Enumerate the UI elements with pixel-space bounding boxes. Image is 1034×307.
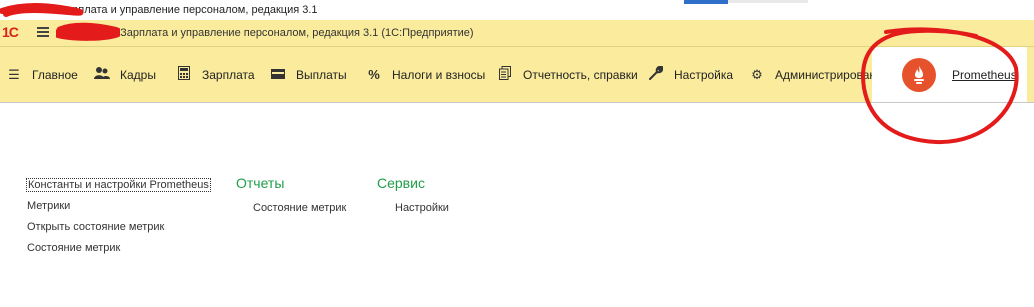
reports-group-title: Отчеты — [236, 175, 285, 191]
constants-settings-link[interactable]: Константы и настройки Prometheus — [26, 178, 211, 192]
app-header: 1С / Зарплата и управление персоналом, р… — [0, 20, 1034, 47]
window-title: арплата и управление персоналом, редакци… — [66, 4, 318, 16]
section-label: Prometheus — [952, 67, 1017, 82]
service-group-title: Сервис — [377, 175, 425, 191]
wrench-icon — [648, 65, 664, 83]
section-reporting[interactable]: Отчетность, справки — [497, 47, 638, 102]
section-panel: ☰ Главное Кадры Зарплата Выплаты % Налог… — [0, 47, 1034, 103]
section-salary[interactable]: Зарплата — [176, 47, 255, 102]
1c-logo[interactable]: 1С — [2, 24, 19, 40]
section-settings[interactable]: Настройка — [648, 47, 733, 102]
section-label: Настройка — [674, 67, 734, 82]
open-metrics-state-link[interactable]: Открыть состояние метрик — [27, 221, 164, 233]
section-hr[interactable]: Кадры — [94, 47, 156, 102]
wallet-icon — [270, 67, 286, 82]
people-icon — [94, 66, 110, 83]
metrics-state-link[interactable]: Состояние метрик — [27, 242, 120, 254]
section-label: Главное — [32, 67, 78, 82]
app-title: / Зарплата и управление персоналом, реда… — [114, 27, 474, 39]
section-label: Зарплата — [202, 67, 255, 82]
service-settings-link[interactable]: Настройки — [395, 202, 449, 214]
report-metrics-state-link[interactable]: Состояние метрик — [253, 202, 346, 214]
section-prometheus[interactable]: Prometheus — [872, 47, 1027, 102]
percent-icon: % — [368, 67, 380, 82]
window-controls[interactable] — [684, 0, 728, 4]
documents-icon — [497, 66, 513, 83]
metrics-link[interactable]: Метрики — [27, 200, 70, 212]
section-content: Константы и настройки Prometheus Метрики… — [0, 103, 1034, 307]
prometheus-logo-icon — [902, 57, 936, 92]
os-title-bar: арплата и управление персоналом, редакци… — [0, 0, 1034, 20]
hamburger-icon[interactable] — [37, 27, 49, 38]
menu-lines-icon: ☰ — [8, 66, 20, 82]
gear-icon: ⚙ — [751, 66, 763, 82]
section-main[interactable]: ☰ Главное — [6, 47, 78, 102]
window-controls-area — [728, 0, 808, 3]
section-taxes[interactable]: % Налоги и взносы — [366, 47, 485, 102]
section-administration[interactable]: ⚙ Администрирование — [749, 47, 889, 102]
section-payments[interactable]: Выплаты — [270, 47, 347, 102]
calculator-icon — [176, 66, 192, 83]
section-label: Отчетность, справки — [523, 67, 638, 82]
section-label: Выплаты — [296, 67, 347, 82]
section-label: Налоги и взносы — [392, 67, 486, 82]
section-label: Кадры — [120, 67, 156, 82]
